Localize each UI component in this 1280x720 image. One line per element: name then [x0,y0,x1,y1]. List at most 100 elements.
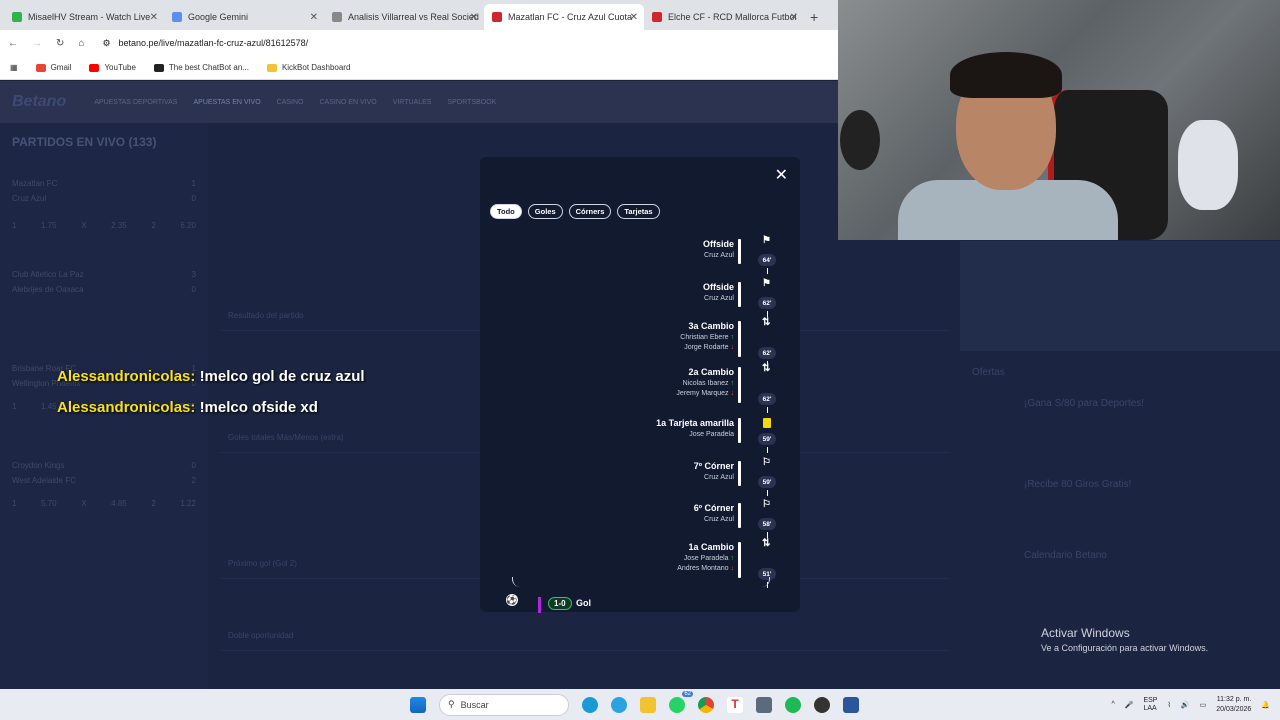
new-tab-icon[interactable]: + [804,4,824,30]
tab-close-icon[interactable]: ✕ [470,12,478,23]
event-detail: Jose Paradela ↑ [683,555,734,562]
whatsapp-icon[interactable]: 62 [669,690,693,713]
swap-icon: ⇅ [762,317,771,328]
tab-title: Google Gemini [188,12,249,22]
volume-icon[interactable]: 🔊 [1181,701,1190,709]
taskbar-search[interactable]: ⚲ Buscar [439,693,569,716]
offer-item[interactable]: ¡Gana S/80 para Deportes! [1024,398,1280,409]
watermark-title: Activar Windows [1041,626,1130,640]
tab-favicon-icon [652,12,662,22]
tab-close-icon[interactable]: ✕ [150,12,158,23]
tab-close-icon[interactable]: ✕ [630,12,638,23]
event-title: 3a Cambio [688,321,734,331]
match-card[interactable]: Club Atletico La Paz 3 Alebrijes de Oaxac… [12,270,196,294]
back-icon[interactable]: ← [8,38,18,49]
event-detail: Andres Montano ↓ [677,565,734,572]
flag-icon: ⚑ [762,235,771,246]
browser-tab[interactable]: Analisis Villarreal vs Real Socied ✕ [324,4,484,30]
edge-icon[interactable] [582,696,598,713]
event-title: 6º Córner [693,503,734,513]
event-bar [738,282,741,307]
search-icon: ⚲ [448,699,455,709]
nav-item[interactable]: SPORTSBOOK [447,99,496,106]
bookmark-chatbot[interactable]: The best ChatBot an... [153,63,249,72]
tab-close-icon[interactable]: ✕ [310,12,318,23]
watermark-sub: Ve a Configuración para activar Windows. [1041,643,1209,653]
browser-tab[interactable]: Mazatlan FC - Cruz Azul Cuota ✕ [484,4,644,30]
tab-title: Analisis Villarreal vs Real Socied [348,12,479,22]
mic-icon[interactable]: 🎤 [1125,701,1134,709]
webcam-overlay [838,0,1280,240]
word-icon[interactable] [843,696,859,713]
telegram-icon[interactable] [611,696,627,713]
browser-tab[interactable]: Elche CF - RCD Mallorca Futbol ✕ [644,4,804,30]
text-editor-icon[interactable]: T [727,696,743,713]
flag-icon: ⚑ [762,278,771,289]
event-detail: Nicolas Ibanez ↑ [682,380,734,387]
chevron-up-icon[interactable]: ^ [1111,701,1114,708]
event-minute: 64' [758,254,776,266]
swap-icon: ⇅ [762,538,771,549]
address-bar-row: ← → ↻ ⌂ ⚙ betano.pe/live/mazatlan-fc-cru… [0,30,838,56]
sidebar-title: PARTIDOS EN VIVO (133) [12,135,157,149]
battery-icon[interactable]: ▭ [1200,701,1207,709]
event-detail: Cruz Azul [704,295,734,302]
offer-item[interactable]: Calendario Betano [1024,550,1280,561]
forward-icon[interactable]: → [32,38,42,49]
home-icon[interactable]: ⌂ [78,38,84,49]
betslip-panel [960,241,1280,351]
calculator-icon[interactable] [756,696,772,713]
timeline-connector [767,407,768,413]
bookmark-gmail[interactable]: Gmail [35,63,71,72]
clock[interactable]: 11:32 p. m. 20/03/2026 [1216,695,1251,715]
bookmark-youtube[interactable]: YouTube [89,63,136,72]
corner-icon: ⚐ [762,457,771,468]
browser-tab[interactable]: Google Gemini ✕ [164,4,324,30]
ball-icon: ⚽ [506,594,518,606]
score-badge: 1-0 [548,597,572,610]
event-bar [738,367,741,403]
notification-badge: 62 [682,690,693,697]
market-row[interactable]: Doble oportunidad [220,621,950,651]
browser-tab[interactable]: MisaelHV Stream - Watch Live ✕ [4,4,164,30]
nav-item[interactable]: CASINO [277,99,304,106]
plush-toy-shape [1178,120,1238,210]
folder-icon[interactable] [640,696,656,713]
nav-item[interactable]: VIRTUALES [393,99,432,106]
notifications-icon[interactable]: 🔔 [1261,701,1270,709]
language-indicator[interactable]: ESP LAA [1143,697,1157,713]
match-card[interactable]: Croydon Kings 0 West Adelaide FC 2 1 5.70 X 4… [12,461,196,508]
betano-logo[interactable]: Betano [12,93,66,111]
event-detail: Cruz Azul [704,516,734,523]
swap-icon: ⇅ [762,363,771,374]
nav-item[interactable]: CASINO EN VIVO [320,99,377,106]
nav-item[interactable]: APUESTAS DEPORTIVAS [94,99,177,106]
offers-title: Ofertas [972,367,1005,378]
network-icon[interactable]: ⌇ [1167,701,1170,709]
event-bar [738,542,741,578]
event-title: Offside [702,282,734,292]
event-title: 1a Cambio [688,542,734,552]
offer-item[interactable]: ¡Recibe 80 Giros Gratis! [1024,479,1280,490]
event-bar [738,503,741,528]
event-entry: 1a Tarjeta amarilla Jose Paradela [656,418,734,438]
site-info-icon[interactable]: ⚙ [102,38,110,49]
nav-item[interactable]: APUESTAS EN VIVO [193,99,260,106]
yellow-card-icon [763,418,771,428]
event-detail: Jorge Rodarte ↓ [684,344,734,351]
windows-start-icon[interactable] [410,696,426,713]
bookmark-kickbot[interactable]: KickBot Dashboard [266,63,350,72]
spotify-icon[interactable] [785,696,801,713]
event-entry: Offside Cruz Azul [703,239,734,259]
fan-shape [840,110,880,170]
match-card[interactable]: Mazatlan FC 1 Cruz Azul 0 1 1.75 X 2.35 2 6.20 [12,179,196,230]
chrome-icon[interactable] [698,696,714,713]
obs-icon[interactable] [814,696,830,713]
url-field[interactable]: ⚙ betano.pe/live/mazatlan-fc-cruz-azul/8… [102,38,308,49]
apps-icon[interactable]: ▦ [10,63,18,72]
reload-icon[interactable]: ↻ [56,38,64,49]
event-minute: 59' [758,476,776,488]
timeline-connector [767,490,768,496]
event-detail: Cruz Azul [704,474,734,481]
tab-close-icon[interactable]: ✕ [790,12,798,23]
